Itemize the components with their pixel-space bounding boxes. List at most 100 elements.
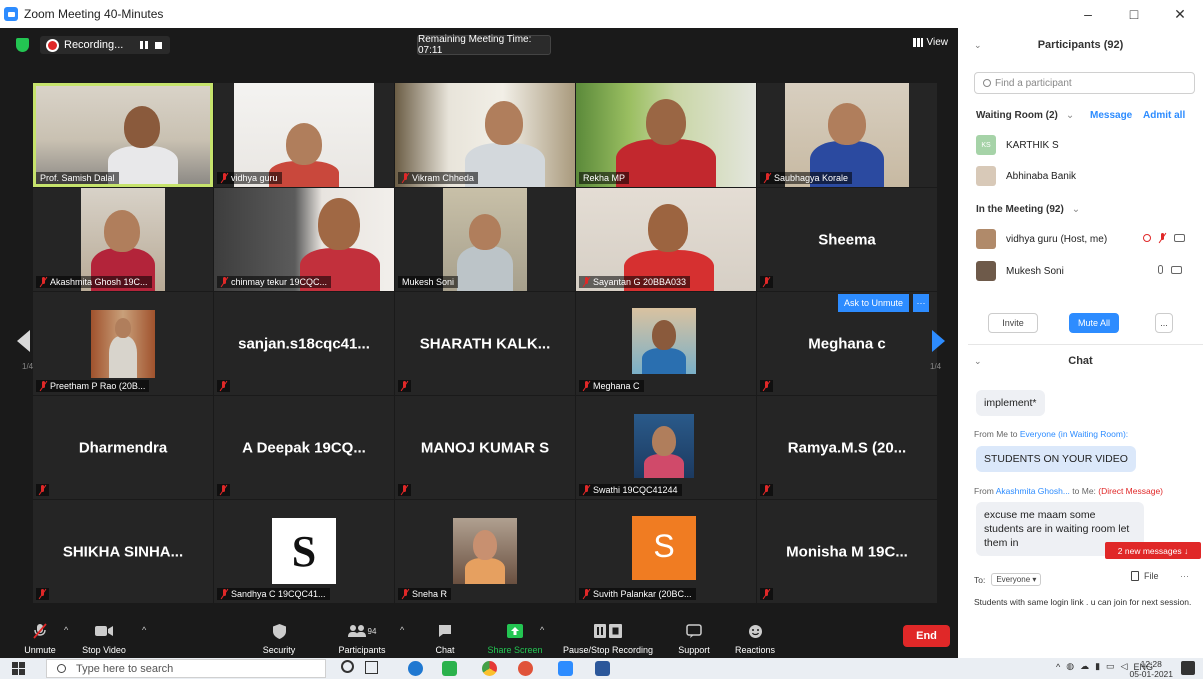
tray-display-icon[interactable]: ▭ bbox=[1106, 661, 1115, 672]
unmute-button[interactable]: Unmute bbox=[18, 613, 62, 658]
collapse-chevron-icon[interactable]: ⌄ bbox=[974, 40, 982, 51]
taskbar-clock[interactable]: 12:28 05-01-2021 bbox=[1130, 659, 1173, 679]
video-tile[interactable]: S Sandhya C 19CQC41... bbox=[214, 500, 394, 603]
video-icon[interactable] bbox=[1171, 265, 1182, 274]
stop-video-button[interactable]: Stop Video bbox=[74, 613, 134, 658]
participant-label bbox=[760, 484, 773, 496]
notification-icon[interactable] bbox=[1181, 661, 1195, 675]
audio-options-caret-icon[interactable]: ^ bbox=[64, 625, 68, 635]
chrome-browser-icon[interactable] bbox=[482, 661, 497, 676]
video-tile[interactable]: Sayantan G 20BBA033 bbox=[576, 188, 756, 291]
video-tile[interactable]: A Deepak 19CQ... bbox=[214, 396, 394, 499]
waiting-participant[interactable]: Abhinaba Banik bbox=[976, 166, 1076, 186]
video-tile[interactable]: Sneha R bbox=[395, 500, 575, 603]
video-options-caret-icon[interactable]: ^ bbox=[142, 625, 146, 635]
task-view-icon[interactable] bbox=[365, 661, 378, 674]
tray-volume-icon[interactable]: ◁ bbox=[1121, 661, 1128, 672]
participant-name: Meghana c bbox=[808, 335, 886, 352]
video-off-icon[interactable] bbox=[1174, 234, 1185, 242]
minimize-button[interactable]: – bbox=[1065, 0, 1111, 28]
video-tile[interactable]: Akashmita Ghosh 19C... bbox=[33, 188, 213, 291]
window-titlebar: Zoom Meeting 40-Minutes – □ ✕ bbox=[0, 0, 1203, 28]
recipient-select[interactable]: Everyone ▾ bbox=[991, 573, 1042, 586]
tray-chevron-icon[interactable]: ^ bbox=[1056, 662, 1060, 672]
shield-icon[interactable] bbox=[16, 38, 29, 52]
new-messages-button[interactable]: 2 new messages ↓ bbox=[1105, 542, 1201, 559]
participant-label: Vikram Chheda bbox=[398, 172, 478, 184]
meeting-participant[interactable]: vidhya guru (Host, me) bbox=[976, 229, 1107, 249]
windows-start-icon[interactable] bbox=[12, 662, 25, 675]
invite-button[interactable]: Invite bbox=[988, 313, 1038, 333]
mic-icon[interactable] bbox=[1158, 265, 1163, 274]
end-meeting-button[interactable]: End bbox=[903, 625, 950, 647]
pause-stop-recording-button[interactable]: Pause/Stop Recording bbox=[560, 613, 656, 658]
close-button[interactable]: ✕ bbox=[1157, 0, 1203, 28]
video-tile[interactable]: Mukesh Soni bbox=[395, 188, 575, 291]
tray-battery-icon[interactable]: ▮ bbox=[1095, 661, 1100, 672]
video-tile[interactable]: chinmay tekur 19CQC... bbox=[214, 188, 394, 291]
video-tile[interactable]: vidhya guru bbox=[214, 83, 394, 187]
taskbar-search-input[interactable]: Type here to search bbox=[46, 659, 326, 678]
waiting-participant[interactable]: KS KARTHIK S bbox=[976, 135, 1059, 155]
chat-input[interactable]: Students with same login link . u can jo… bbox=[974, 596, 1196, 608]
maximize-button[interactable]: □ bbox=[1111, 0, 1157, 28]
video-tile[interactable]: Meghana C bbox=[576, 292, 756, 395]
video-tile[interactable]: Swathi 19CQC41244 bbox=[576, 396, 756, 499]
participant-label: chinmay tekur 19CQC... bbox=[217, 276, 332, 288]
in-meeting-chevron-icon[interactable]: ⌄ bbox=[1072, 204, 1080, 215]
admit-all-link[interactable]: Admit all bbox=[1143, 110, 1185, 121]
video-tile[interactable]: Sheema bbox=[757, 188, 937, 291]
tray-cloud-icon[interactable]: ☁ bbox=[1080, 661, 1089, 672]
participant-search-input[interactable]: Find a participant bbox=[974, 72, 1195, 94]
video-tile[interactable]: Vikram Chheda bbox=[395, 83, 575, 187]
video-tile[interactable]: Monisha M 19C... bbox=[757, 500, 937, 603]
participant-name: SHIKHA SINHA... bbox=[62, 543, 184, 560]
ask-to-unmute-button[interactable]: Ask to Unmute bbox=[838, 294, 910, 312]
video-tile[interactable]: Saubhagya Korale bbox=[757, 83, 937, 187]
cortana-icon[interactable] bbox=[341, 660, 354, 673]
participants-more-button[interactable]: ... bbox=[1155, 313, 1173, 333]
pause-recording-icon[interactable] bbox=[140, 41, 149, 49]
stop-recording-icon[interactable] bbox=[155, 41, 163, 49]
video-tile[interactable]: Preetham P Rao (20B... bbox=[33, 292, 213, 395]
zoom-taskbar-icon[interactable] bbox=[558, 661, 573, 676]
video-tile[interactable]: sanjan.s18cqc41... bbox=[214, 292, 394, 395]
tile-more-button[interactable]: ··· bbox=[913, 294, 929, 312]
mic-muted-icon bbox=[763, 485, 770, 495]
meeting-toolbar: Unmute ^ Stop Video ^ Security 94 Partic… bbox=[0, 613, 958, 658]
next-page-arrow-icon[interactable] bbox=[932, 330, 945, 352]
participant-label bbox=[760, 380, 773, 392]
chat-more-button[interactable]: ··· bbox=[1180, 571, 1189, 581]
store-app-icon[interactable] bbox=[442, 661, 457, 676]
video-tile[interactable]: Prof. Samish Dalal bbox=[33, 83, 213, 187]
video-tile[interactable]: Ramya.M.S (20... bbox=[757, 396, 937, 499]
video-tile[interactable]: Dharmendra bbox=[33, 396, 213, 499]
office-app-icon[interactable] bbox=[518, 661, 533, 676]
security-button[interactable]: Security bbox=[254, 613, 304, 658]
waiting-room-chevron-icon[interactable]: ⌄ bbox=[1066, 110, 1074, 121]
participants-button[interactable]: 94 Participants bbox=[332, 613, 392, 658]
reactions-button[interactable]: Reactions bbox=[730, 613, 780, 658]
support-button[interactable]: Support bbox=[672, 613, 716, 658]
meeting-participant[interactable]: Mukesh Soni bbox=[976, 261, 1064, 281]
collapse-chevron-icon[interactable]: ⌄ bbox=[974, 356, 982, 367]
video-tile[interactable]: MANOJ KUMAR S bbox=[395, 396, 575, 499]
previous-page-arrow-icon[interactable] bbox=[17, 330, 30, 352]
share-options-caret-icon[interactable]: ^ bbox=[540, 625, 544, 635]
participant-status-icons bbox=[1158, 265, 1182, 274]
mute-all-button[interactable]: Mute All bbox=[1069, 313, 1119, 333]
share-screen-button[interactable]: Share Screen bbox=[484, 613, 546, 658]
chat-button[interactable]: Chat bbox=[424, 613, 466, 658]
mic-muted-icon[interactable] bbox=[1159, 233, 1166, 243]
video-tile[interactable]: S Suvith Palankar (20BC... bbox=[576, 500, 756, 603]
view-button[interactable]: View bbox=[912, 37, 948, 48]
video-tile[interactable]: SHARATH KALK... bbox=[395, 292, 575, 395]
edge-browser-icon[interactable] bbox=[408, 661, 423, 676]
word-app-icon[interactable] bbox=[595, 661, 610, 676]
video-tile[interactable]: SHIKHA SINHA... bbox=[33, 500, 213, 603]
file-button[interactable]: File bbox=[1131, 571, 1159, 581]
video-tile[interactable]: Rekha MP bbox=[576, 83, 756, 187]
participants-caret-icon[interactable]: ^ bbox=[400, 625, 404, 635]
message-link[interactable]: Message bbox=[1090, 110, 1132, 121]
tray-network-icon[interactable]: ◍ bbox=[1066, 661, 1074, 672]
